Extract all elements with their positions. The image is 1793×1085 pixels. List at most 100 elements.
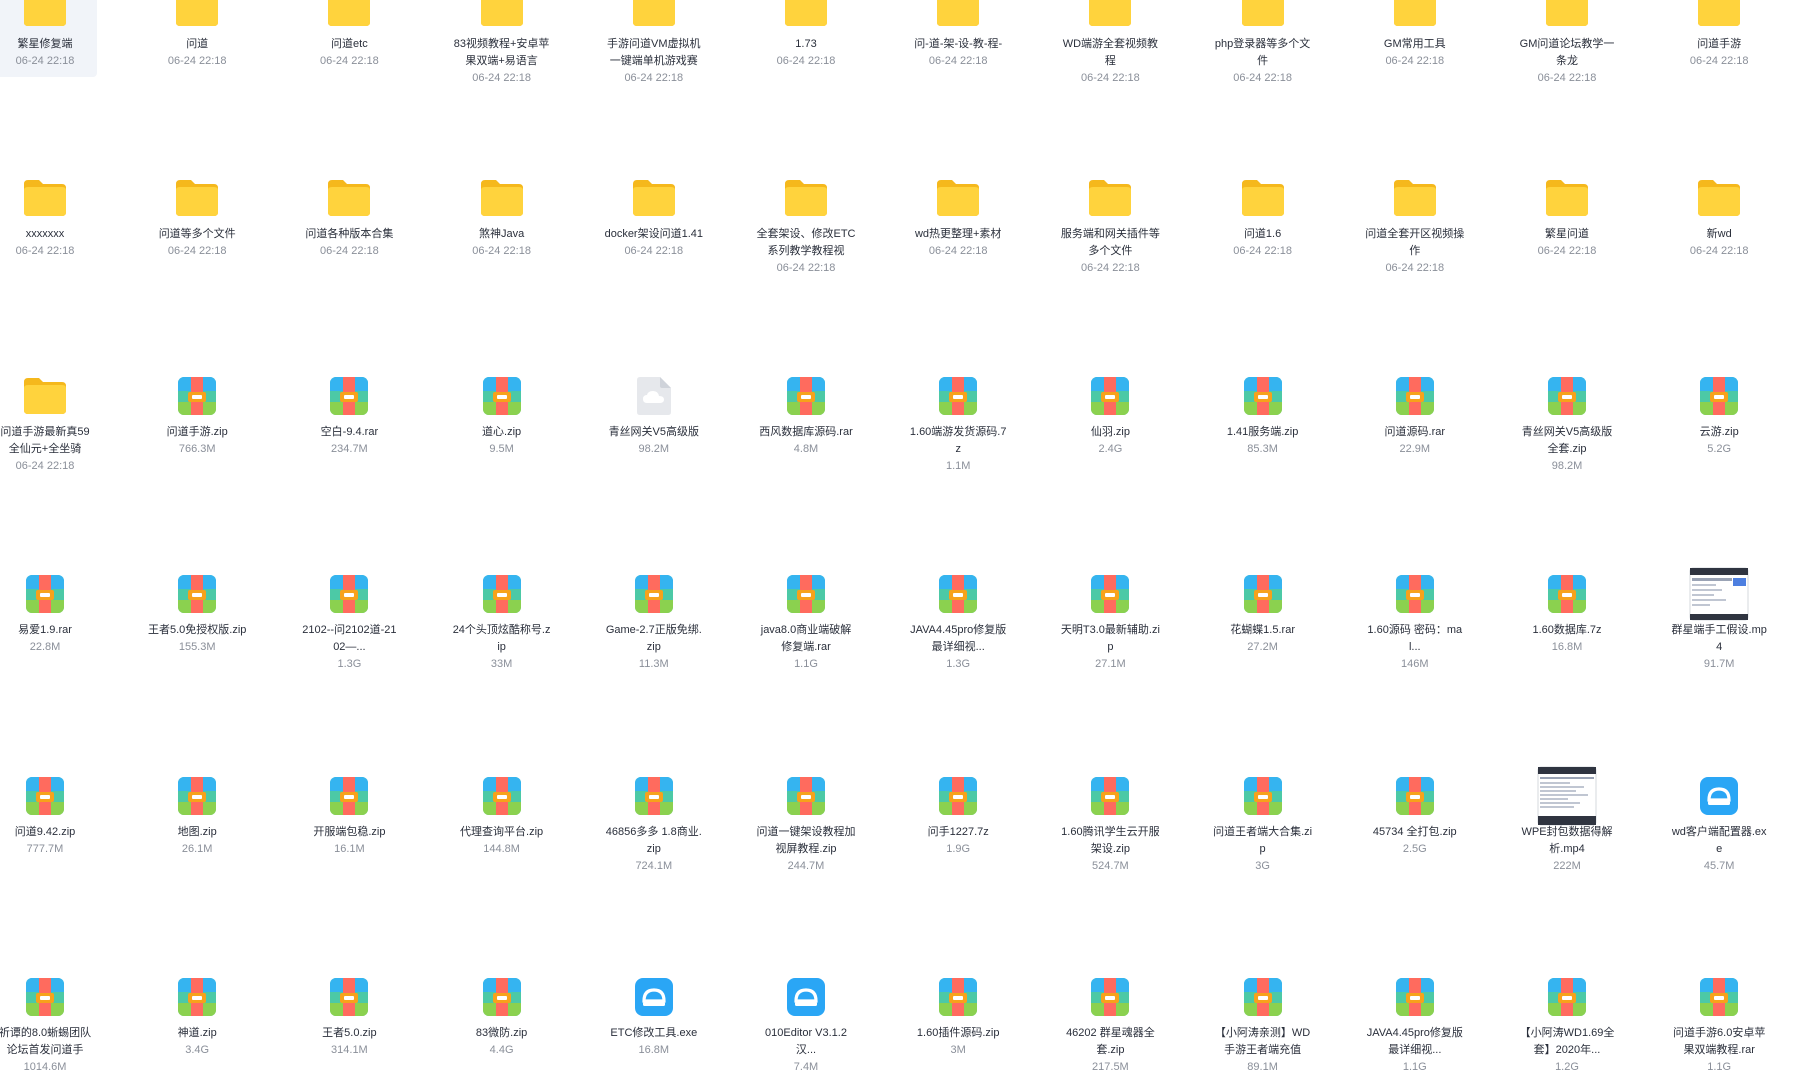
file-size: 1014.6M bbox=[23, 1061, 67, 1073]
file-item[interactable]: 1.73 06-24 22:18 bbox=[754, 0, 858, 77]
file-item[interactable]: GM问道论坛教学一条龙 06-24 22:18 bbox=[1515, 0, 1619, 94]
file-item[interactable]: 问道9.42.zip 777.7M bbox=[0, 766, 97, 865]
file-item[interactable]: wd客户端配置器.exe 45.7M bbox=[1667, 766, 1771, 882]
file-item[interactable]: 46856多多 1.8商业.zip 724.1M bbox=[602, 766, 706, 882]
file-date: 06-24 22:18 bbox=[472, 245, 531, 257]
file-date: 06-24 22:18 bbox=[776, 262, 836, 274]
file-name: 1.60源码 密码：mal... bbox=[1367, 624, 1463, 653]
file-name: 新wd bbox=[1706, 228, 1732, 240]
file-item[interactable]: 问手1227.7z 1.9G bbox=[906, 766, 1010, 865]
file-size: 27.2M bbox=[1247, 641, 1278, 653]
file-item[interactable]: 西风数据库源码.rar 4.8M bbox=[754, 366, 858, 465]
file-size: 155.3M bbox=[178, 641, 216, 653]
file-item[interactable]: 手游问道VM虚拟机一键端单机游戏赛 06-24 22:18 bbox=[602, 0, 706, 94]
file-item[interactable]: 开服端包稳.zip 16.1M bbox=[297, 766, 401, 865]
file-item[interactable]: 1.60腾讯学生云开服架设.zip 524.7M bbox=[1058, 766, 1162, 882]
folder-icon bbox=[167, 0, 227, 38]
file-item[interactable]: 天明T3.0最新辅助.zip 27.1M bbox=[1058, 564, 1162, 680]
file-item[interactable]: WPE封包数据得解析.mp4 222M bbox=[1515, 766, 1619, 882]
file-item[interactable]: 新wd 06-24 22:18 bbox=[1667, 168, 1771, 267]
file-item[interactable]: 45734 全打包.zip 2.5G bbox=[1363, 766, 1467, 865]
file-size: 9.5M bbox=[489, 443, 514, 455]
file-item[interactable]: 全套架设、修改ETC系列教学教程视 06-24 22:18 bbox=[754, 168, 858, 284]
file-item[interactable]: 问道手游.zip 766.3M bbox=[145, 366, 249, 465]
file-size: 16.8M bbox=[638, 1044, 670, 1056]
file-item[interactable]: 代理查询平台.zip 144.8M bbox=[450, 766, 554, 865]
file-item[interactable]: 问道 06-24 22:18 bbox=[145, 0, 249, 77]
file-item[interactable]: 问道各种版本合集 06-24 22:18 bbox=[297, 168, 401, 267]
file-item[interactable]: wd热更整理+素材 06-24 22:18 bbox=[906, 168, 1010, 267]
archive-icon bbox=[167, 967, 227, 1027]
file-item[interactable]: 问-道-架-设-教-程- 06-24 22:18 bbox=[906, 0, 1010, 77]
file-item[interactable]: ETC修改工具.exe 16.8M bbox=[602, 967, 706, 1066]
file-item[interactable]: 问道王者端大合集.zip 3G bbox=[1211, 766, 1315, 882]
file-item[interactable]: 1.60插件源码.zip 3M bbox=[906, 967, 1010, 1066]
archive-icon bbox=[928, 766, 988, 826]
file-item[interactable]: 青丝网关V5高级版 98.2M bbox=[602, 366, 706, 465]
file-item[interactable]: 地图.zip 26.1M bbox=[145, 766, 249, 865]
file-item[interactable]: 繁星问道 06-24 22:18 bbox=[1515, 168, 1619, 267]
file-item[interactable]: 王者5.0.zip 314.1M bbox=[297, 967, 401, 1066]
file-item[interactable]: java8.0商业端破解修复端.rar 1.1G bbox=[754, 564, 858, 680]
archive-icon bbox=[1080, 967, 1140, 1027]
file-item[interactable]: 易爱1.9.rar 22.8M bbox=[0, 564, 97, 663]
file-date: 06-24 22:18 bbox=[1689, 55, 1749, 67]
file-item[interactable]: 83微防.zip 4.4G bbox=[450, 967, 554, 1066]
file-item[interactable]: 【小阿涛WD1.69全套】2020年... 1.2G bbox=[1515, 967, 1619, 1083]
file-item[interactable]: 云游.zip 5.2G bbox=[1667, 366, 1771, 465]
file-item[interactable]: 010Editor V3.1.2 汉... 7.4M bbox=[754, 967, 858, 1083]
file-item[interactable]: 问道全套开区视频操作 06-24 22:18 bbox=[1363, 168, 1467, 284]
file-item[interactable]: 神道.zip 3.4G bbox=[145, 967, 249, 1066]
file-item[interactable]: 祈谭的8.0蜥蜴团队论坛首发问道手 1014.6M bbox=[0, 967, 97, 1083]
file-item[interactable]: 1.60数据库.7z 16.8M bbox=[1515, 564, 1619, 663]
file-name: 仙羽.zip bbox=[1090, 426, 1130, 438]
file-item[interactable]: 1.60端游发货源码.7z 1.1M bbox=[906, 366, 1010, 482]
file-size: 22.8M bbox=[29, 641, 61, 653]
file-item[interactable]: Game-2.7正版免绑.zip 11.3M bbox=[602, 564, 706, 680]
file-item[interactable]: 问道手游最新真59全仙元+全坐骑 06-24 22:18 bbox=[0, 366, 97, 482]
file-item[interactable]: 24个头顶炫酷称号.zip 33M bbox=[450, 564, 554, 680]
file-item[interactable]: 问道etc 06-24 22:18 bbox=[297, 0, 401, 77]
file-item[interactable]: 问道手游6.0安卓苹果双端教程.rar 1.1G bbox=[1667, 967, 1771, 1083]
file-item[interactable]: 问道等多个文件 06-24 22:18 bbox=[145, 168, 249, 267]
archive-icon bbox=[319, 967, 379, 1027]
file-item[interactable]: WD端游全套视频教程 06-24 22:18 bbox=[1058, 0, 1162, 94]
file-item[interactable]: JAVA4.45pro修复版最详细视... 1.3G bbox=[906, 564, 1010, 680]
file-item[interactable]: 仙羽.zip 2.4G bbox=[1058, 366, 1162, 465]
file-date: 06-24 22:18 bbox=[15, 55, 75, 67]
file-item[interactable]: xxxxxxx 06-24 22:18 bbox=[0, 168, 97, 267]
file-item[interactable]: 空白-9.4.rar 234.7M bbox=[297, 366, 401, 465]
file-item[interactable]: 【小阿涛亲测】WD手游王者端充值 89.1M bbox=[1211, 967, 1315, 1083]
file-item[interactable]: 问道手游 06-24 22:18 bbox=[1667, 0, 1771, 77]
archive-icon bbox=[1080, 766, 1140, 826]
file-item[interactable]: 花蝴蝶1.5.rar 27.2M bbox=[1211, 564, 1315, 663]
archive-icon bbox=[167, 366, 227, 426]
file-item[interactable]: 问道1.6 06-24 22:18 bbox=[1211, 168, 1315, 267]
file-item[interactable]: JAVA4.45pro修复版最详细视... 1.1G bbox=[1363, 967, 1467, 1083]
folder-icon bbox=[319, 168, 379, 228]
folder-icon bbox=[1537, 168, 1597, 228]
file-item[interactable]: php登录器等多个文件 06-24 22:18 bbox=[1211, 0, 1315, 94]
file-item[interactable]: 群星端手工假设.mp4 91.7M bbox=[1667, 564, 1771, 680]
file-item[interactable]: 1.60源码 密码：mal... 146M bbox=[1363, 564, 1467, 680]
file-item[interactable]: GM常用工具 06-24 22:18 bbox=[1363, 0, 1467, 77]
file-item[interactable]: 道心.zip 9.5M bbox=[450, 366, 554, 465]
file-name: 地图.zip bbox=[177, 826, 217, 838]
file-item[interactable]: 问道一键架设教程加视屏教程.zip 244.7M bbox=[754, 766, 858, 882]
file-item[interactable]: 1.41服务端.zip 85.3M bbox=[1211, 366, 1315, 465]
file-item[interactable]: 2102--问2102道-2102—... 1.3G bbox=[297, 564, 401, 680]
file-item[interactable]: 王者5.0免授权版.zip 155.3M bbox=[145, 564, 249, 663]
file-item[interactable]: 服务端和网关插件等多个文件 06-24 22:18 bbox=[1058, 168, 1162, 284]
file-name: 2102--问2102道-2102—... bbox=[302, 624, 397, 653]
file-item[interactable]: 问道源码.rar 22.9M bbox=[1363, 366, 1467, 465]
file-item[interactable]: 繁星修复端 06-24 22:18 bbox=[0, 0, 97, 77]
file-item[interactable]: 46202 群星魂器全套.zip 217.5M bbox=[1058, 967, 1162, 1083]
file-date: 06-24 22:18 bbox=[1385, 262, 1445, 274]
file-item[interactable]: 煞神Java 06-24 22:18 bbox=[450, 168, 554, 267]
file-name: 神道.zip bbox=[177, 1027, 217, 1039]
file-item[interactable]: 83视频教程+安卓苹果双端+易语言 06-24 22:18 bbox=[450, 0, 554, 94]
file-date: 06-24 22:18 bbox=[320, 55, 379, 67]
folder-icon bbox=[776, 0, 836, 38]
file-item[interactable]: docker架设问道1.41 06-24 22:18 bbox=[602, 168, 706, 267]
file-item[interactable]: 青丝网关V5高级版全套.zip 98.2M bbox=[1515, 366, 1619, 482]
